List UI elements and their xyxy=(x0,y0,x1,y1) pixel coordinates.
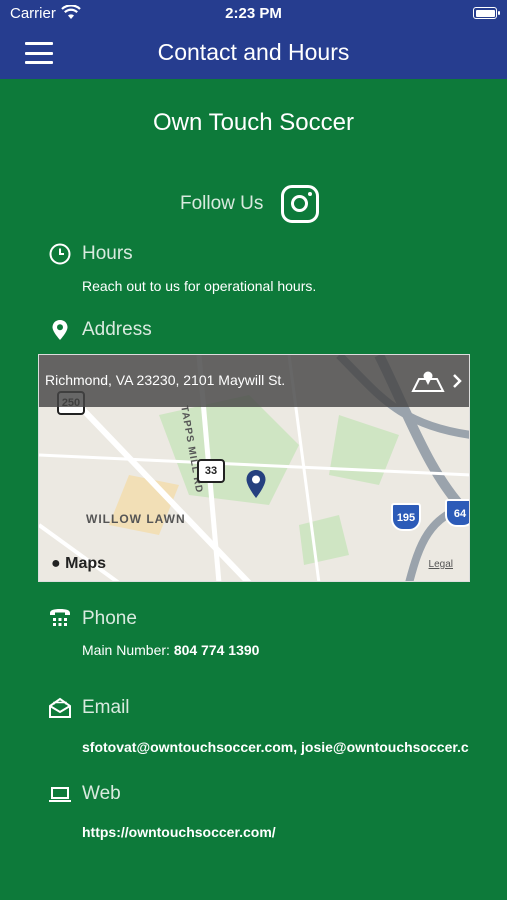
address-label: Address xyxy=(82,319,152,340)
maps-logo-text: Maps xyxy=(65,555,107,572)
battery-icon xyxy=(473,7,500,19)
instagram-icon[interactable] xyxy=(281,185,319,223)
email-address-link[interactable]: sfotovat@owntouchsoccer.com, josie@ownto… xyxy=(82,739,469,755)
brand-name: Own Touch Soccer xyxy=(153,109,354,136)
chevron-right-icon[interactable] xyxy=(452,373,462,389)
map-legal-link[interactable]: Legal xyxy=(429,559,453,570)
map-address-bar[interactable]: Richmond, VA 23230, 2101 Maywill St. xyxy=(39,355,469,407)
hours-text: Reach out to us for operational hours. xyxy=(82,278,317,294)
follow-us: Follow Us xyxy=(0,183,507,225)
map-pin-icon[interactable] xyxy=(245,469,267,499)
telephone-icon xyxy=(50,609,70,626)
nav-bar: Contact and Hours xyxy=(0,28,507,79)
clock-icon xyxy=(49,243,71,265)
follow-us-label: Follow Us xyxy=(180,193,264,214)
website-url-text: https://owntouchsoccer.com/ xyxy=(82,824,276,840)
clock: 2:23 PM xyxy=(225,5,282,22)
phone-line: Main Number: 804 774 1390 xyxy=(82,642,259,658)
location-pin-icon xyxy=(52,320,68,340)
email-address-text: sfotovat@owntouchsoccer.com, josie@ownto… xyxy=(82,739,469,755)
email-label: Email xyxy=(82,697,130,718)
map-address-text: Richmond, VA 23230, 2101 Maywill St. xyxy=(45,372,286,388)
street-label-willow-lawn: WILLOW LAWN xyxy=(86,512,186,526)
envelope-open-icon xyxy=(49,697,71,718)
interstate-shield-64: 64 xyxy=(445,499,469,527)
phone-prefix: Main Number: xyxy=(82,642,170,658)
map-view[interactable]: WILLOW LAWN TAPPS MILL RD 250 33 195 64 … xyxy=(38,354,470,582)
page-title: Contact and Hours xyxy=(157,39,350,65)
phone-label: Phone xyxy=(82,608,137,629)
website-link[interactable]: https://owntouchsoccer.com/ xyxy=(82,824,276,840)
route-shield-33: 33 xyxy=(197,459,225,483)
laptop-icon xyxy=(49,787,71,802)
phone-number-link[interactable]: 804 774 1390 xyxy=(174,642,260,658)
interstate-shield-195: 195 xyxy=(391,503,421,531)
directions-map-icon[interactable] xyxy=(411,369,445,393)
status-bar: Carrier 2:23 PM xyxy=(0,0,507,28)
apple-maps-logo: ● Maps xyxy=(51,555,107,572)
hours-label: Hours xyxy=(82,243,133,264)
web-label: Web xyxy=(82,783,121,804)
